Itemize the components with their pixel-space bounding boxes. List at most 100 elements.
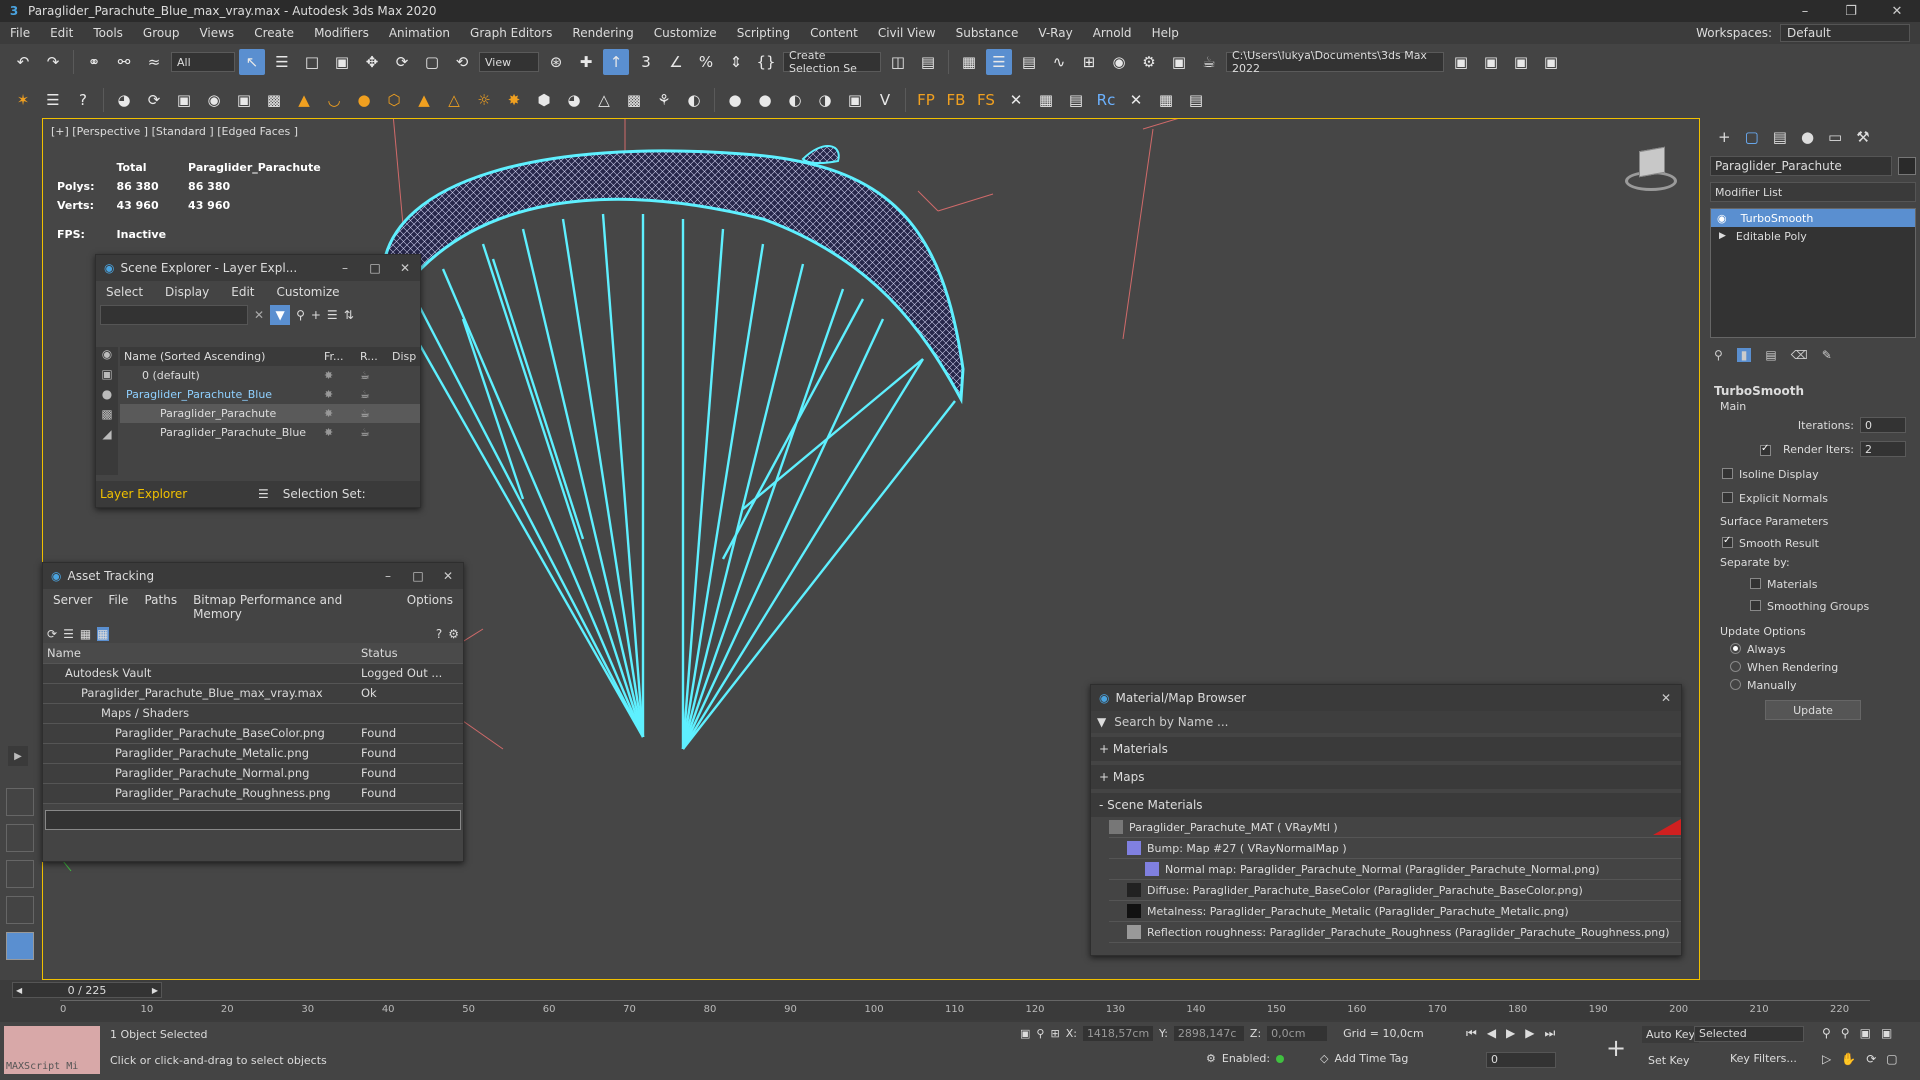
close-icon[interactable]: ✕	[1651, 685, 1681, 711]
se-search-input[interactable]	[100, 305, 248, 325]
object-name-field[interactable]: Paraglider_Parachute	[1710, 156, 1892, 176]
motion-tab-icon[interactable]: ●	[1801, 128, 1814, 146]
pin-stack-icon[interactable]: ⚲	[1714, 348, 1723, 362]
stack-item-turbosmooth[interactable]: ◉ TurboSmooth	[1711, 209, 1915, 227]
play-icon[interactable]: ▶	[1506, 1026, 1515, 1041]
project-icon-4[interactable]: ▣	[1538, 49, 1564, 75]
vray-material-icon[interactable]: ◉	[201, 87, 227, 113]
sort-icon[interactable]: ⇅	[344, 308, 354, 322]
restore-button[interactable]: ❐	[1828, 0, 1874, 22]
vray-mesh-light-icon[interactable]: ⬡	[381, 87, 407, 113]
render-teapot-icon[interactable]: ☕	[360, 426, 370, 439]
explicit-normals-checkbox[interactable]	[1722, 492, 1733, 503]
table-icon[interactable]: ▦	[1153, 87, 1179, 113]
asset-row[interactable]: Paraglider_Parachute_BaseColor.png Found	[43, 723, 463, 744]
when-rendering-radio[interactable]	[1730, 661, 1741, 672]
selection-set-dropdown[interactable]: Create Selection Se	[783, 49, 881, 75]
select-object-icon[interactable]: ↖	[239, 49, 265, 75]
at-menu-file[interactable]: File	[108, 593, 128, 621]
close-icon[interactable]: ✕	[390, 255, 420, 281]
align-icon[interactable]: ▤	[915, 49, 941, 75]
placement-icon[interactable]: ⟲	[449, 49, 475, 75]
material-item[interactable]: Bump: Map #27 ( VRayNormalMap )	[1109, 838, 1681, 859]
spinner-snap-icon[interactable]: ⇕	[723, 49, 749, 75]
menu-edit[interactable]: Edit	[40, 26, 83, 40]
display-geometry-icon[interactable]: ▣	[96, 367, 118, 387]
section-scene-materials[interactable]: - Scene Materials	[1091, 793, 1681, 817]
at-menu-bitmap[interactable]: Bitmap Performance and Memory	[193, 593, 391, 621]
material-editor-icon[interactable]: ◉	[1106, 49, 1132, 75]
pan-icon[interactable]: ✋	[1841, 1052, 1856, 1066]
col-display-header[interactable]: Disp	[392, 350, 416, 363]
vray-sphere-fade-icon[interactable]: ▣	[231, 87, 257, 113]
asset-row[interactable]: Paraglider_Parachute_Blue_max_vray.max Ok	[43, 683, 463, 704]
substance-fp-icon[interactable]: FP	[913, 87, 939, 113]
vray-light-icon[interactable]: ✶	[10, 87, 36, 113]
clear-search-icon[interactable]: ✕	[254, 308, 264, 322]
vray-render-icon[interactable]: ⟳	[141, 87, 167, 113]
lock-selection-icon[interactable]: ⚲	[1036, 1027, 1044, 1040]
remove-modifier-icon[interactable]: ⌫	[1791, 348, 1808, 362]
isolate-icon[interactable]: ▣	[1020, 1027, 1030, 1040]
move-icon[interactable]: ✥	[359, 49, 385, 75]
maximize-viewport-icon[interactable]: ▢	[1886, 1052, 1897, 1066]
scene-explorer-header[interactable]: ◉ Scene Explorer - Layer Expl... – □ ✕	[96, 255, 420, 281]
vray-ipr-icon[interactable]: ▣	[171, 87, 197, 113]
close-window-button[interactable]: ✕	[1874, 0, 1920, 22]
at-menu-paths[interactable]: Paths	[144, 593, 177, 621]
rc-icon[interactable]: Rc	[1093, 87, 1119, 113]
layout-tab-3[interactable]	[6, 860, 34, 888]
render-iters-checkbox[interactable]	[1760, 443, 1772, 456]
layout-tab-1[interactable]	[6, 788, 34, 816]
bind-spacewarp-icon[interactable]: ≈	[141, 49, 167, 75]
vray-plane-icon[interactable]: ◕	[561, 87, 587, 113]
time-tag-icon[interactable]: ◇	[1320, 1052, 1328, 1065]
smooth-result-checkbox[interactable]	[1722, 535, 1733, 548]
show-end-result-icon[interactable]: ▮	[1736, 348, 1752, 362]
material-browser-header[interactable]: ◉ Material/Map Browser ✕	[1091, 685, 1681, 711]
modifier-list-dropdown[interactable]: Modifier List	[1710, 182, 1916, 202]
list-view-icon[interactable]: ☰	[63, 627, 74, 641]
menu-create[interactable]: Create	[244, 26, 304, 40]
track-bar[interactable]: 0 10 20 30 40 50 60 70 80 90 100 110 120 130 140 150 160…	[60, 1000, 1870, 1020]
rotate-icon[interactable]: ⟳	[389, 49, 415, 75]
select-manipulate-icon[interactable]: ✚	[573, 49, 599, 75]
substance-layers-icon[interactable]: ▤	[1063, 87, 1089, 113]
render-teapot-icon[interactable]: ☕	[360, 388, 370, 401]
window-crossing-icon[interactable]: ▣	[329, 49, 355, 75]
absolute-mode-icon[interactable]: ⊞	[1050, 1027, 1059, 1040]
project-icon-2[interactable]: ▣	[1478, 49, 1504, 75]
materials-checkbox[interactable]	[1750, 578, 1761, 589]
freeze-icon[interactable]: ✸	[324, 388, 360, 401]
tree-row[interactable]: 0 (default) ✸ ☕	[120, 366, 420, 385]
x-field[interactable]: 1418,57cm	[1082, 1026, 1153, 1041]
vray-clipper-icon[interactable]: ◐	[681, 87, 707, 113]
next-frame-icon[interactable]: ▶	[152, 986, 158, 995]
stack-item-editable-poly[interactable]: ▶ Editable Poly	[1711, 227, 1915, 245]
go-to-start-icon[interactable]: ⏮	[1466, 1026, 1477, 1041]
eye-icon[interactable]: ◉	[1717, 212, 1727, 225]
material-item[interactable]: Reflection roughness: Paraglider_Parachu…	[1109, 922, 1681, 943]
menu-tools[interactable]: Tools	[83, 26, 133, 40]
se-menu-customize[interactable]: Customize	[277, 285, 340, 299]
current-frame-field[interactable]: 0	[1486, 1052, 1556, 1068]
add-time-tag-label[interactable]: Add Time Tag	[1335, 1052, 1409, 1065]
menu-customize[interactable]: Customize	[644, 26, 727, 40]
menu-modifiers[interactable]: Modifiers	[304, 26, 379, 40]
substance-tools-icon[interactable]: ✕	[1003, 87, 1029, 113]
tree-row[interactable]: Paraglider_Parachute_Blue ✸ ☕	[120, 385, 420, 404]
asset-row[interactable]: Maps / Shaders	[43, 703, 463, 724]
explorer-mode-dropdown[interactable]: Layer Explorer	[100, 487, 250, 501]
redo-icon[interactable]: ↷	[40, 49, 66, 75]
substance-fs-icon[interactable]: FS	[973, 87, 999, 113]
layer-stack-icon[interactable]: ☰	[258, 487, 269, 501]
vray-dome-icon[interactable]: ◡	[321, 87, 347, 113]
menu-scripting[interactable]: Scripting	[727, 26, 800, 40]
add-layer-icon[interactable]: +	[311, 308, 321, 322]
render-teapot-icon[interactable]: ☕	[360, 407, 370, 420]
display-cameras-icon[interactable]: ▩	[96, 407, 118, 427]
material-item[interactable]: Metalness: Paraglider_Parachute_Metalic …	[1109, 901, 1681, 922]
select-by-name-icon[interactable]: ☰	[269, 49, 295, 75]
se-menu-display[interactable]: Display	[165, 285, 209, 299]
layers-icon[interactable]: ☰	[327, 308, 338, 322]
